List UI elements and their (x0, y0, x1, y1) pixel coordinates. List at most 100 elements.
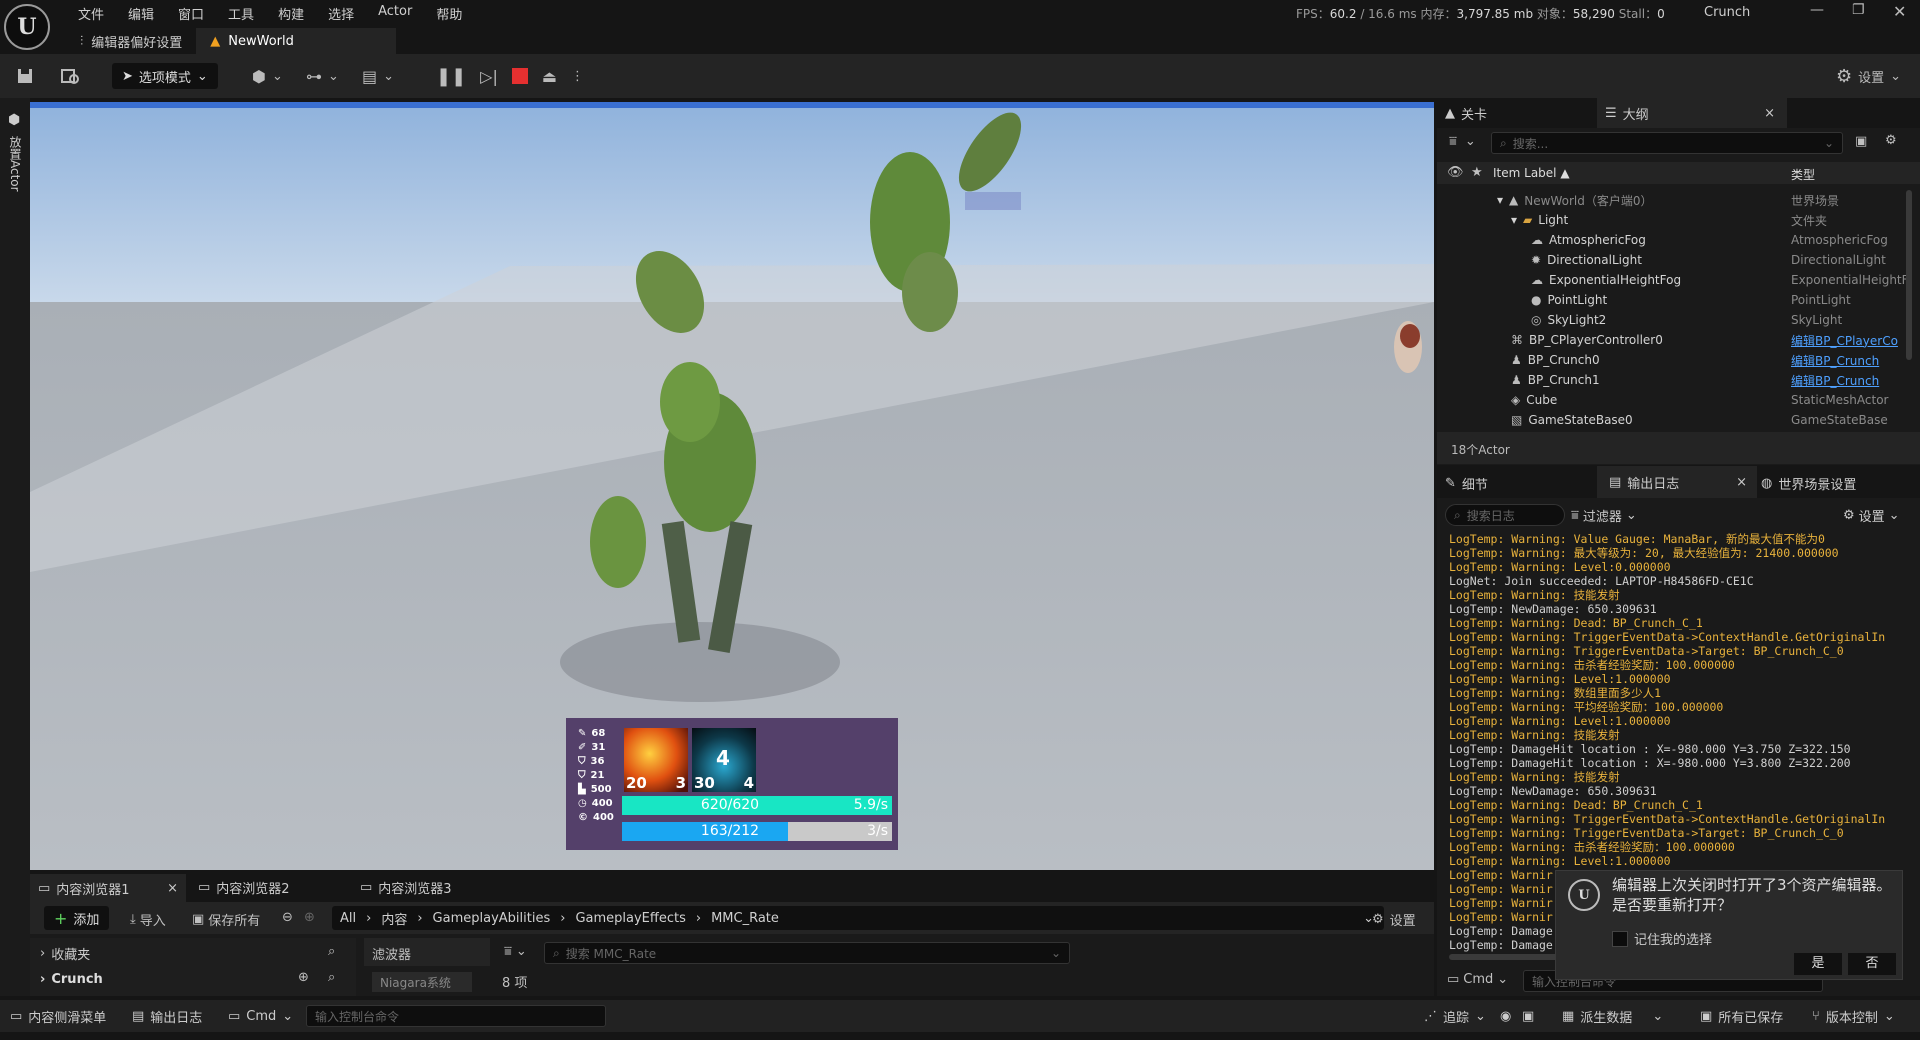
menu-window[interactable]: 窗口 (166, 2, 216, 25)
row-type[interactable]: 编辑BP_Crunch (1791, 352, 1879, 369)
asset-search[interactable]: ⌕ 搜索 MMC_Rate ⌄ (544, 942, 1070, 964)
remember-checkbox[interactable] (1612, 930, 1628, 947)
more-icon[interactable]: ⋮ (571, 69, 584, 84)
log-search[interactable]: ⌕ 搜索日志 (1445, 504, 1565, 526)
save-icon[interactable] (16, 64, 34, 88)
blueprint-button[interactable]: ⊶ ⌄ (306, 64, 339, 88)
row-type[interactable]: 编辑BP_CPlayerCo (1791, 332, 1898, 349)
forward-icon[interactable]: ⊕ (304, 910, 315, 925)
tab-details[interactable]: ✎ 细节 (1445, 470, 1488, 496)
menu-select[interactable]: 选择 (316, 2, 366, 25)
menu-edit[interactable]: 编辑 (116, 2, 166, 25)
eye-icon[interactable]: 👁 (1447, 165, 1464, 180)
no-button[interactable]: 否 (1848, 953, 1896, 975)
menu-help[interactable]: 帮助 (424, 2, 474, 25)
outliner-row[interactable]: ◈ Cube StaticMeshActor (1437, 390, 1920, 410)
outliner-row[interactable]: ▧ GameStateBase0 GameStateBase (1437, 410, 1920, 430)
crumb-gameplayabilities[interactable]: GameplayAbilities (433, 911, 551, 926)
tab-output-log[interactable]: ▤ 输出日志 × (1597, 466, 1757, 498)
menu-actor[interactable]: Actor (366, 2, 424, 25)
mode-selector[interactable]: ➤ 选项模式 ⌄ (112, 63, 218, 89)
favorites-section[interactable]: › 收藏夹 (40, 944, 90, 963)
menu-file[interactable]: 文件 (66, 2, 116, 25)
outliner-row[interactable]: ♟ BP_Crunch1 编辑BP_Crunch (1437, 370, 1920, 390)
log-filter-button[interactable]: ⩸ 过滤器 ⌄ (1571, 506, 1637, 525)
outliner-row[interactable]: ▾ ▰ Light 文件夹 (1437, 210, 1920, 230)
step-icon[interactable]: ▷| (480, 67, 498, 86)
add-folder-icon[interactable]: ⊕ (298, 970, 309, 985)
save-all-button[interactable]: ▣ 保存所有 (192, 910, 260, 929)
tab-editor-preferences[interactable]: ⫶ 编辑器偏好设置 (66, 28, 196, 54)
tab-content-browser-3[interactable]: ▭ 内容浏览器3 (352, 874, 460, 900)
log-hscrollbar[interactable] (1449, 954, 1563, 960)
outliner-search[interactable]: ⌕ 搜索... ⌄ (1491, 132, 1843, 154)
log-settings-button[interactable]: ⚙ 设置 ⌄ (1843, 506, 1900, 525)
row-type[interactable]: 编辑BP_Crunch (1791, 372, 1879, 389)
tab-levels[interactable]: ▲ 关卡 (1445, 100, 1487, 126)
outliner-row[interactable]: ♟ BP_Crunch0 编辑BP_Crunch (1437, 350, 1920, 370)
chevron-down-icon[interactable]: ▾ (1511, 213, 1517, 227)
version-control-button[interactable]: ⑂ 版本控制 ⌄ (1812, 1006, 1895, 1026)
search-icon[interactable]: ⌕ (328, 944, 335, 959)
log-cmd-selector[interactable]: ▭ Cmd ⌄ (1447, 972, 1508, 987)
zoom-icon[interactable]: ⌕ (328, 970, 335, 985)
asset-filter-button[interactable]: ⩸ ⌄ (504, 944, 527, 959)
crumb-mmc-rate[interactable]: MMC_Rate (711, 911, 779, 926)
col-type[interactable]: 类型 (1791, 166, 1815, 183)
outliner-row[interactable]: ⌘ BP_CPlayerController0 编辑BP_CPlayerCo (1437, 330, 1920, 350)
stop-icon[interactable] (511, 68, 528, 84)
pause-icon[interactable]: ❚❚ (436, 66, 466, 87)
crumb-all[interactable]: All (340, 911, 356, 926)
content-settings-button[interactable]: ⚙ 设置 (1372, 910, 1416, 929)
menu-build[interactable]: 构建 (266, 2, 316, 25)
cmd-selector[interactable]: ▭ Cmd ⌄ (228, 1006, 293, 1026)
add-actor-button[interactable]: ⬢ ⌄ (252, 64, 283, 88)
gear-icon[interactable]: ⚙ (1885, 133, 1897, 148)
outliner-row[interactable]: ☁ AtmosphericFog AtmosphericFog (1437, 230, 1920, 250)
back-icon[interactable]: ⊖ (282, 910, 293, 925)
filter-niagara[interactable]: Niagara系统 (372, 972, 472, 992)
skill-slot-2[interactable]: 4 30 4 (692, 728, 756, 792)
star-icon[interactable]: ★ (1471, 165, 1483, 180)
browse-icon[interactable] (60, 64, 80, 88)
outliner-row[interactable]: ☁ ExponentialHeightFog ExponentialHeightF (1437, 270, 1920, 290)
console-input[interactable]: 输入控制台命令 (306, 1005, 606, 1027)
output-log-button[interactable]: ▤ 输出日志 (132, 1006, 202, 1026)
tab-world-settings[interactable]: ◍ 世界场景设置 (1761, 470, 1856, 496)
chevron-down-icon[interactable]: ▾ (1497, 193, 1503, 207)
eject-icon[interactable]: ⏏ (542, 67, 557, 86)
yes-button[interactable]: 是 (1794, 953, 1842, 975)
derived-data-button[interactable]: ▦ 派生数据 ⌄ (1562, 1006, 1663, 1026)
tab-content-browser-1[interactable]: ▭ 内容浏览器1 × (30, 874, 186, 902)
place-actor-strip[interactable]: ⬢ 放置Actor (0, 98, 30, 996)
level-viewport[interactable]: ✎ 68 ✐ 31 ⛉ 36 ⛉ 21 ▙ 500 ◷ 400 © 400 20 3 4 30… (30, 102, 1434, 870)
close-icon[interactable]: × (1736, 475, 1747, 490)
outliner-row[interactable]: ◎ SkyLight2 SkyLight (1437, 310, 1920, 330)
tab-newworld[interactable]: ▲ NewWorld (196, 28, 397, 54)
trace-button[interactable]: ⋰ 追踪 ⌄ (1424, 1006, 1486, 1026)
filter-button[interactable]: ⩸ ⌄ (1449, 134, 1476, 149)
settings-button[interactable]: ⚙ 设置 ⌄ (1836, 64, 1901, 88)
restore-icon[interactable]: ❐ (1852, 2, 1865, 18)
outliner-row[interactable]: ✹ DirectionalLight DirectionalLight (1437, 250, 1920, 270)
tab-outliner[interactable]: ☰ 大纲 × (1597, 98, 1787, 128)
close-icon[interactable]: × (1764, 106, 1775, 121)
folder-add-icon[interactable]: ▣ (1855, 134, 1867, 149)
unreal-logo[interactable]: U (4, 4, 50, 50)
crumb-content[interactable]: 内容 (381, 909, 407, 928)
cinematics-button[interactable]: ▤ ⌄ (362, 64, 394, 88)
content-drawer-button[interactable]: ▭ 内容侧滑菜单 (10, 1006, 106, 1026)
close-icon[interactable]: ✕ (1893, 2, 1906, 21)
crumb-gameplayeffects[interactable]: GameplayEffects (575, 911, 685, 926)
remember-choice[interactable]: 记住我的选择 (1612, 929, 1712, 948)
outliner-scrollbar[interactable] (1906, 190, 1912, 360)
outliner-row[interactable]: ▾ ▲ NewWorld（客户端0） 世界场景 (1437, 190, 1920, 210)
menu-tools[interactable]: 工具 (216, 2, 266, 25)
skill-slot-1[interactable]: 20 3 (624, 728, 688, 792)
col-item-label[interactable]: Item Label ▲ (1493, 166, 1570, 180)
close-icon[interactable]: × (167, 881, 178, 896)
import-button[interactable]: ⤓ 导入 (130, 910, 166, 929)
outliner-row[interactable]: ● PointLight PointLight (1437, 290, 1920, 310)
minimize-icon[interactable]: — (1810, 2, 1824, 18)
camera-icon[interactable]: ▣ (1522, 1006, 1534, 1026)
